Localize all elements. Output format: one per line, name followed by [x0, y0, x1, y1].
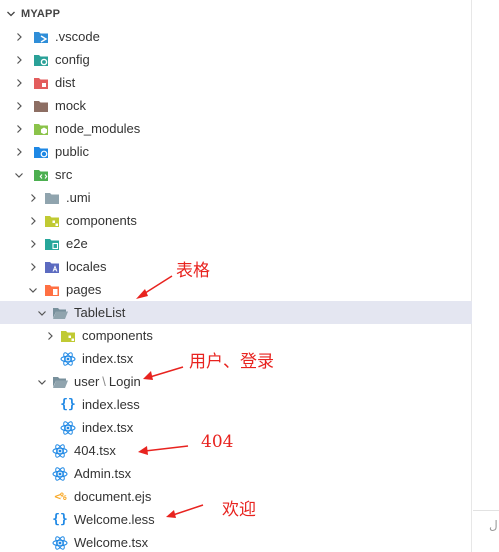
- tree-item-index-tsx-login[interactable]: index.tsx: [0, 416, 472, 439]
- tree-item-public[interactable]: public: [0, 140, 472, 163]
- editor-text-fragment: ل: [489, 518, 498, 532]
- tree-item-pages[interactable]: pages: [0, 278, 472, 301]
- folder-icon: [44, 190, 60, 206]
- tree-item-label: Welcome.tsx: [74, 535, 149, 550]
- tree-item-label: index.tsx: [82, 351, 134, 366]
- folder-src-icon: [33, 167, 49, 183]
- tree-item-label: index.less: [82, 397, 140, 412]
- tree-item-label: document.ejs: [74, 489, 152, 504]
- folder-components-icon: [60, 328, 76, 344]
- tree-item-label: src: [55, 167, 73, 182]
- explorer-panel: MYAPP .vscode config dist mock node_modu…: [0, 0, 472, 552]
- tree-item-label: Admin.tsx: [74, 466, 132, 481]
- folder-node-icon: [33, 121, 49, 137]
- chevron-right-icon: [25, 236, 41, 252]
- ejs-icon: <%: [54, 490, 66, 503]
- annotation-welcome: 欢迎: [222, 500, 256, 520]
- react-icon: [52, 443, 68, 459]
- tree-item-label: .umi: [66, 190, 91, 205]
- section-header-myapp[interactable]: MYAPP: [0, 4, 472, 24]
- folder-config-icon: [33, 52, 49, 68]
- chevron-down-icon: [34, 374, 50, 390]
- chevron-right-icon: [11, 144, 27, 160]
- tree-item-config[interactable]: config: [0, 48, 472, 71]
- tree-item-label: components: [82, 328, 153, 343]
- tree-item-umi[interactable]: .umi: [0, 186, 472, 209]
- chevron-right-icon: [42, 328, 58, 344]
- chevron-right-icon: [25, 213, 41, 229]
- tree-item-label: node_modules: [55, 121, 141, 136]
- tree-item-label: e2e: [66, 236, 88, 251]
- tree-item-label: index.tsx: [82, 420, 134, 435]
- tree-item-label: components: [66, 213, 137, 228]
- chevron-right-icon: [11, 121, 27, 137]
- tree-item-welcome-tsx[interactable]: Welcome.tsx: [0, 531, 472, 552]
- tree-item-label: user: [74, 374, 100, 389]
- tree-item-label: pages: [66, 282, 102, 297]
- chevron-down-icon: [3, 9, 19, 19]
- folder-open-icon: [52, 374, 68, 390]
- tree-item-e2e[interactable]: e2e: [0, 232, 472, 255]
- folder-vscode-icon: [33, 29, 49, 45]
- tree-item-404-tsx[interactable]: 404.tsx: [0, 439, 472, 462]
- tree-item-admin-tsx[interactable]: Admin.tsx: [0, 462, 472, 485]
- tree-item-label: dist: [55, 75, 76, 90]
- tree-item-label: mock: [55, 98, 87, 113]
- tree-item-label: Welcome.less: [74, 512, 155, 527]
- tree-item-label: 404.tsx: [74, 443, 116, 458]
- react-icon: [60, 420, 76, 436]
- tree-item-label-login: Login: [108, 374, 141, 389]
- chevron-down-icon: [34, 305, 50, 321]
- tree-item-label: .vscode: [55, 29, 100, 44]
- editor-pane-edge: ل: [473, 0, 499, 552]
- tree-item-vscode[interactable]: .vscode: [0, 25, 472, 48]
- folder-dist-icon: [33, 75, 49, 91]
- react-icon: [52, 466, 68, 482]
- chevron-down-icon: [11, 167, 27, 183]
- braces-icon: {}: [52, 512, 68, 527]
- tree-item-user-login[interactable]: user \ Login: [0, 370, 472, 393]
- tree-item-components[interactable]: components: [0, 209, 472, 232]
- chevron-right-icon: [11, 29, 27, 45]
- folder-open-icon: [52, 305, 68, 321]
- annotation-user-login: 用户、登录: [189, 352, 274, 372]
- folder-public-icon: [33, 144, 49, 160]
- folder-mock-icon: [33, 98, 49, 114]
- chevron-right-icon: [25, 259, 41, 275]
- tree-item-dist[interactable]: dist: [0, 71, 472, 94]
- react-icon: [52, 535, 68, 551]
- folder-e2e-icon: [44, 236, 60, 252]
- folder-components-icon: [44, 213, 60, 229]
- tree-item-node-modules[interactable]: node_modules: [0, 117, 472, 140]
- tree-item-index-less[interactable]: {} index.less: [0, 393, 472, 416]
- path-separator: \: [102, 374, 106, 389]
- tree-item-label: TableList: [74, 305, 126, 320]
- chevron-right-icon: [25, 190, 41, 206]
- chevron-down-icon: [25, 282, 41, 298]
- annotation-404: 404: [201, 432, 234, 452]
- chevron-right-icon: [11, 98, 27, 114]
- divider: [473, 510, 499, 511]
- react-icon: [60, 351, 76, 367]
- annotation-table: 表格: [176, 261, 210, 281]
- folder-locales-icon: [44, 259, 60, 275]
- tree-item-label: locales: [66, 259, 107, 274]
- tree-item-components-nested[interactable]: components: [0, 324, 472, 347]
- tree-item-locales[interactable]: locales: [0, 255, 472, 278]
- folder-pages-icon: [44, 282, 60, 298]
- tree-item-label: config: [55, 52, 90, 67]
- chevron-right-icon: [11, 52, 27, 68]
- tree-item-label: public: [55, 144, 89, 159]
- chevron-right-icon: [11, 75, 27, 91]
- section-title: MYAPP: [21, 8, 61, 20]
- tree-item-mock[interactable]: mock: [0, 94, 472, 117]
- braces-icon: {}: [60, 397, 76, 412]
- tree-item-tablelist[interactable]: TableList: [0, 301, 472, 324]
- tree-item-src[interactable]: src: [0, 163, 472, 186]
